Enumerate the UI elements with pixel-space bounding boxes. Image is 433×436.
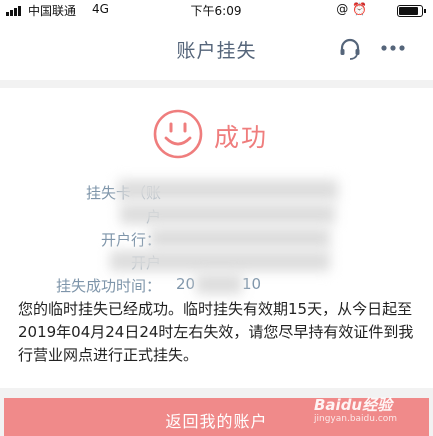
redacted-region [150, 228, 330, 248]
signal-icon [6, 6, 24, 16]
more-icon[interactable] [380, 36, 406, 60]
result-card: 成功 挂失卡（账 户 开户行： 开户 挂失成功时间： 20 10 您的临时挂失已… [0, 88, 433, 388]
success-text: 成功 [214, 123, 269, 152]
redacted-region [120, 204, 335, 224]
detail-value: 20 [176, 275, 196, 293]
network-type: 4G [92, 2, 109, 16]
detail-value-tail: 10 [242, 275, 262, 293]
status-bar: 中国联通 4G 下午6:09 @ ⏰ [0, 0, 433, 20]
watermark-url: jingyan.baidu.com [314, 414, 398, 424]
detail-label: 挂失成功时间： [55, 277, 161, 295]
notice-text: 您的临时挂失已经成功。临时挂失有效期15天，从今日起至2019年04月24日24… [18, 300, 414, 364]
redacted-region [110, 251, 330, 271]
clock: 下午6:09 [190, 4, 242, 18]
redacted-region [118, 180, 338, 200]
nav-bar: 账户挂失 [0, 20, 433, 80]
alarm-icon: @ ⏰ [336, 2, 367, 16]
carrier-name: 中国联通 [28, 4, 77, 18]
watermark-logo: Baidu经验 [314, 396, 393, 414]
redacted-region [196, 274, 242, 294]
watermark: Baidu经验 jingyan.baidu.com [314, 394, 397, 424]
smile-icon [153, 109, 203, 159]
page-title: 账户挂失 [176, 40, 257, 62]
headset-icon[interactable] [338, 37, 362, 61]
battery-icon [397, 5, 426, 17]
